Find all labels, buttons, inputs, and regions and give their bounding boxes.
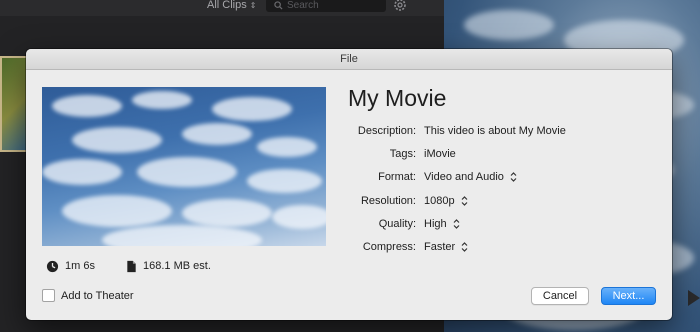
duration-value: 1m 6s [65,260,95,272]
format-label: Format: [378,171,416,183]
add-to-theater-checkbox[interactable] [42,289,55,302]
quality-value: High [424,218,447,230]
format-value: Video and Audio [424,171,504,183]
search-icon [274,0,283,10]
tags-row: Tags: iMovie [26,146,672,162]
resolution-value: 1080p [424,195,455,207]
quality-popup[interactable]: High [424,216,460,232]
search-placeholder: Search [287,0,319,11]
file-size-value: 168.1 MB est. [143,260,211,272]
tags-label: Tags: [389,148,416,160]
quality-label: Quality: [378,218,416,230]
resolution-row: Resolution: 1080p [26,193,672,209]
search-field[interactable]: Search [266,0,386,12]
compress-label: Compress: [362,241,416,253]
add-to-theater-label: Add to Theater [61,289,134,302]
chevron-updown-icon [453,219,460,229]
tags-value: iMovie [424,148,456,160]
movie-title[interactable]: My Movie [348,85,446,112]
document-icon [127,260,136,272]
gear-icon[interactable] [393,0,407,12]
play-icon[interactable] [686,288,700,308]
clock-icon [46,260,59,272]
format-popup[interactable]: Video and Audio [424,169,517,185]
clip-filter-popup[interactable]: All Clips ⇕ [207,0,256,12]
resolution-label: Resolution: [360,195,416,207]
share-file-dialog: File 1m 6s 168.1 MB est. My Movie Descri… [26,49,672,320]
compress-value: Faster [424,241,456,253]
chevron-updown-icon [461,242,468,252]
compress-row: Compress: Faster [26,239,672,255]
format-row: Format: Video and Audio [26,169,672,185]
description-field[interactable]: This video is about My Movie [424,123,566,139]
description-row: Description: This video is about My Movi… [26,123,672,139]
description-value: This video is about My Movie [424,125,566,137]
quality-row: Quality: High [26,216,672,232]
chevron-updown-icon [510,172,517,182]
duration-info: 1m 6s [46,259,95,273]
cancel-button[interactable]: Cancel [531,287,589,305]
chevron-updown-icon: ⇕ [249,0,257,10]
file-size-info: 168.1 MB est. [126,259,211,273]
next-button[interactable]: Next... [601,287,656,305]
chevron-updown-icon [461,196,468,206]
description-label: Description: [357,125,416,137]
dialog-title: File [26,49,672,70]
tags-field[interactable]: iMovie [424,146,456,162]
clip-filter-label: All Clips [207,0,247,11]
resolution-popup[interactable]: 1080p [424,193,468,209]
compress-popup[interactable]: Faster [424,239,468,255]
browser-toolbar: All Clips ⇕ Search [0,0,444,16]
add-to-theater-option[interactable]: Add to Theater [42,289,134,302]
